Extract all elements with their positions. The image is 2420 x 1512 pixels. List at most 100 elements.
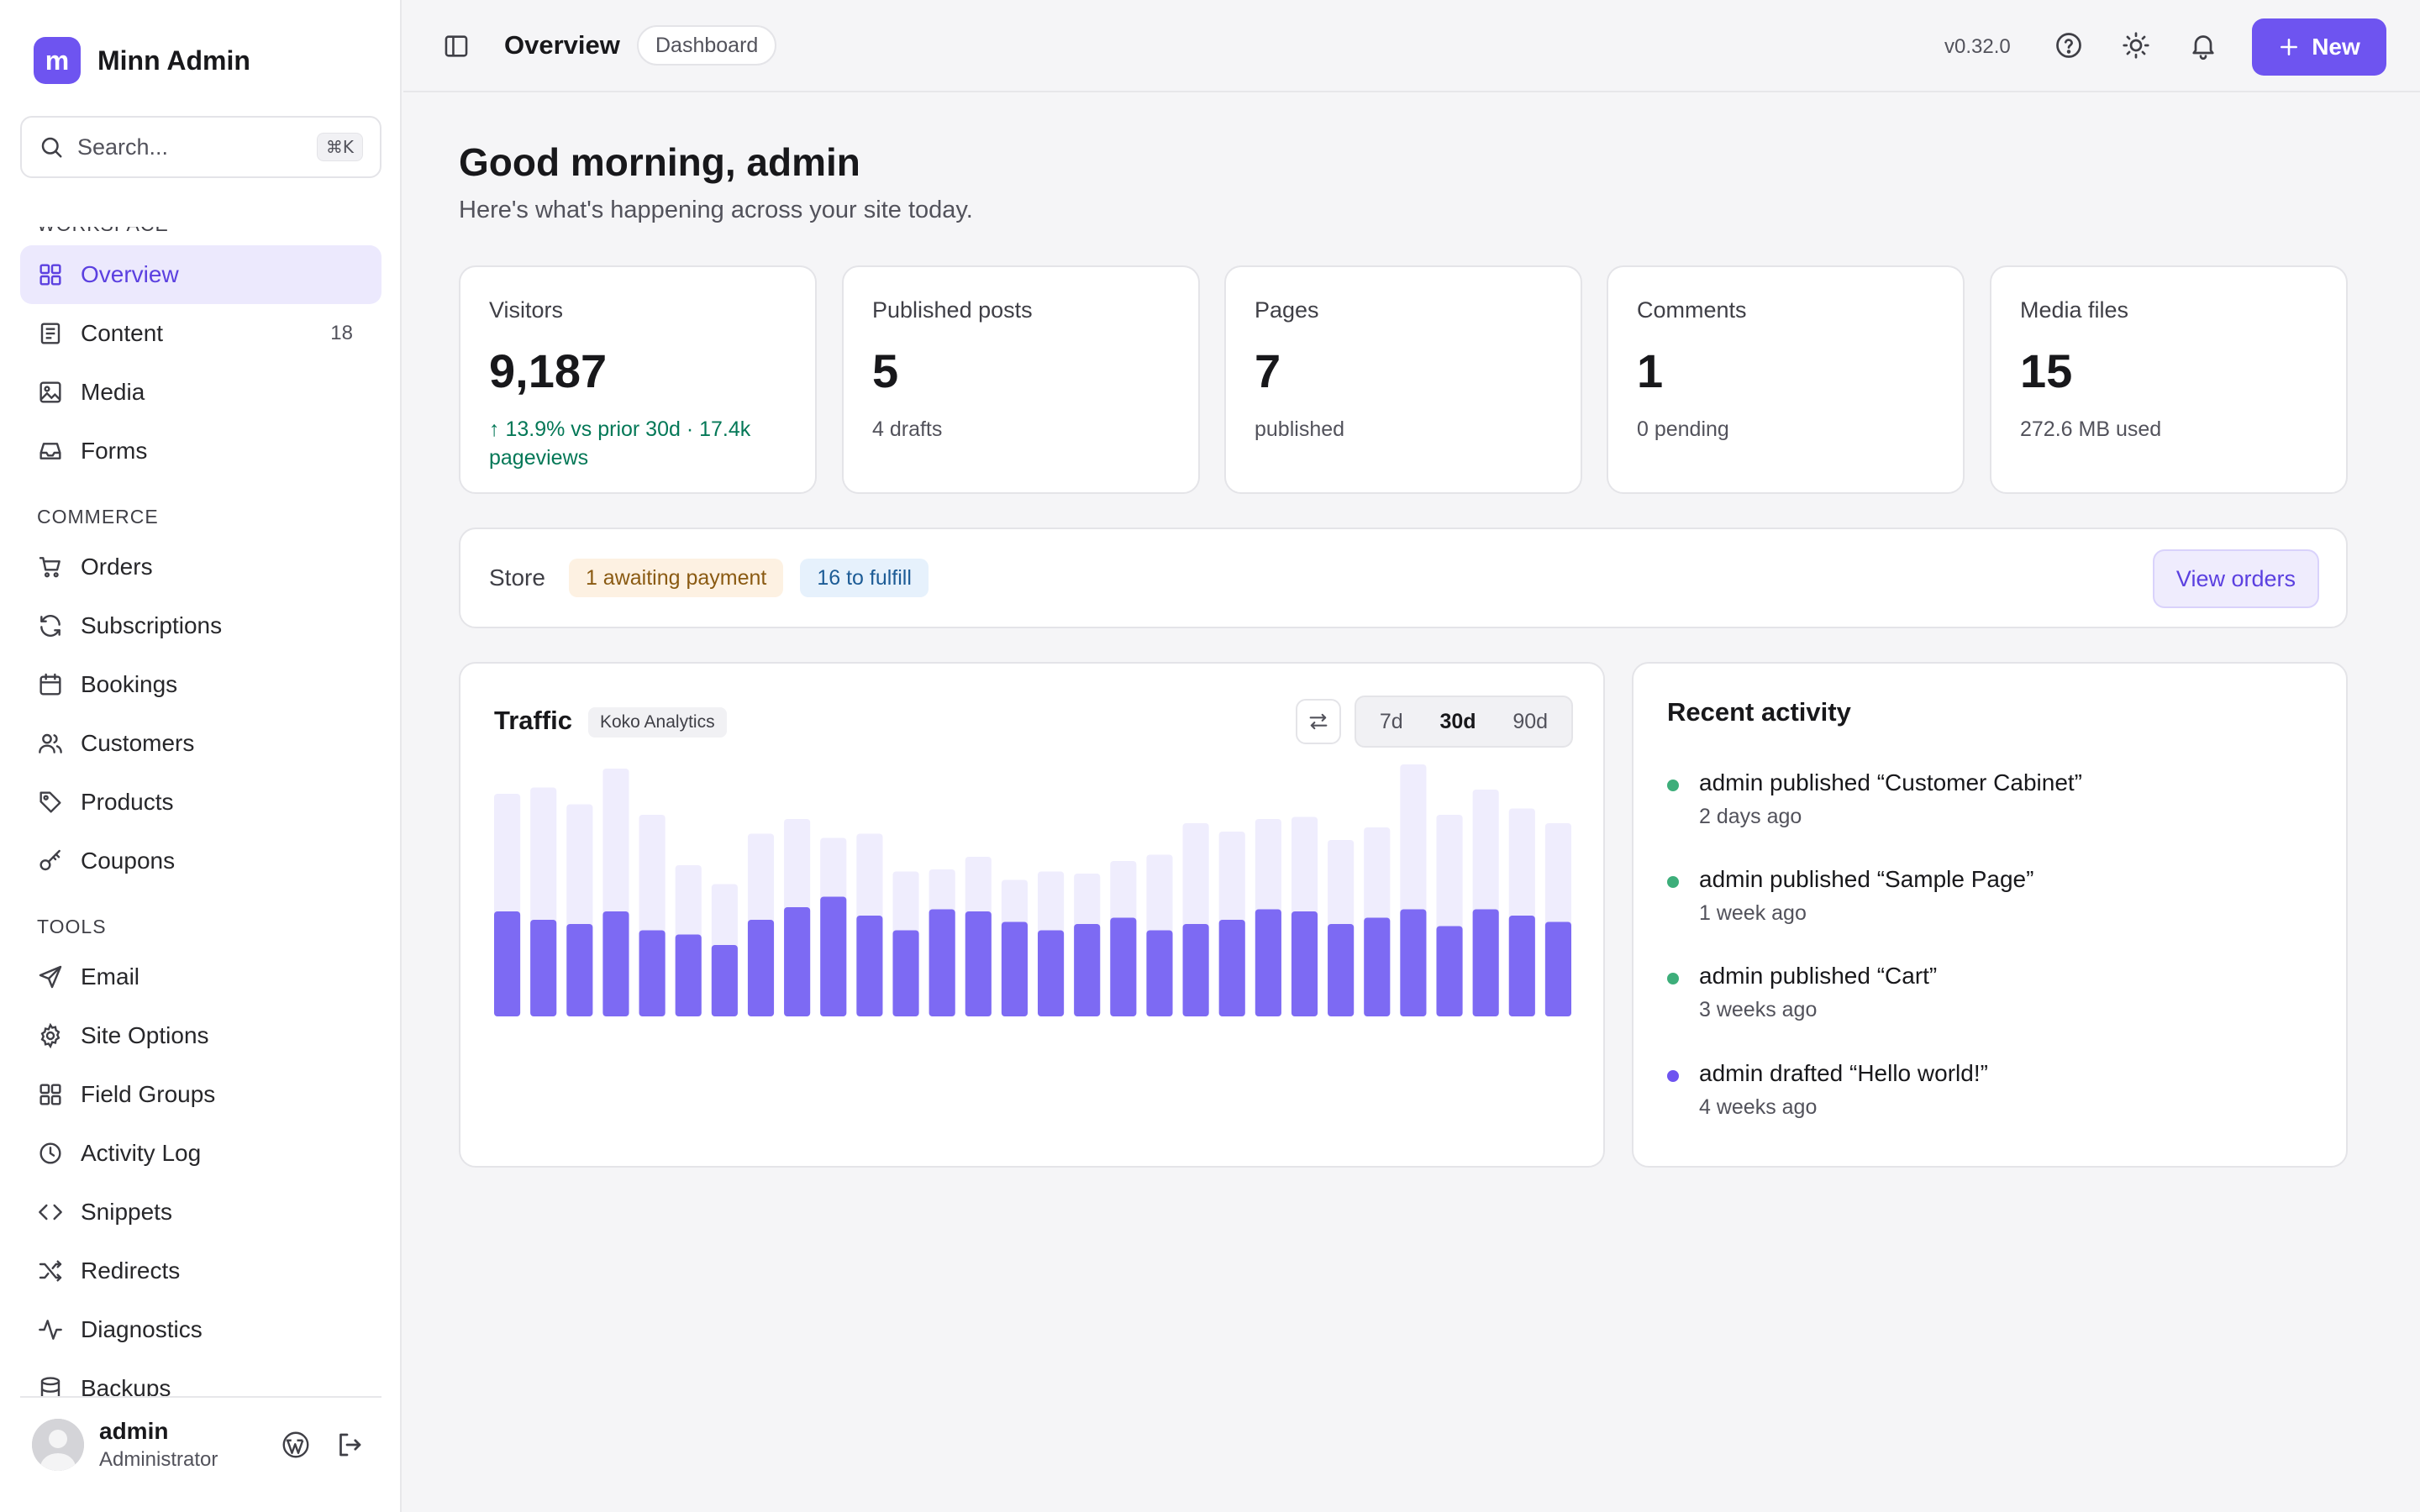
stat-card-visitors[interactable]: Visitors 9,187 ↑ 13.9% vs prior 30d · 17… bbox=[459, 265, 817, 494]
visitors-bar[interactable] bbox=[892, 930, 919, 1017]
avatar[interactable] bbox=[32, 1419, 84, 1471]
visitors-bar[interactable] bbox=[747, 920, 775, 1016]
sidebar-item-label: Forms bbox=[81, 438, 148, 464]
visitors-bar[interactable] bbox=[494, 911, 521, 1016]
sidebar-item-label: Field Groups bbox=[81, 1081, 216, 1107]
view-orders-button[interactable]: View orders bbox=[2152, 549, 2319, 608]
visitors-bar[interactable] bbox=[602, 911, 629, 1016]
stat-card-pages[interactable]: Pages 7 published bbox=[1224, 265, 1582, 494]
visitors-bar[interactable] bbox=[1182, 924, 1209, 1016]
visitors-bar[interactable] bbox=[639, 930, 666, 1017]
visitors-bar[interactable] bbox=[711, 945, 738, 1016]
sidebar-item-backups[interactable]: Backups bbox=[20, 1359, 381, 1396]
stat-card-comments[interactable]: Comments 1 0 pending bbox=[1607, 265, 1965, 494]
visitors-bar[interactable] bbox=[1544, 921, 1571, 1017]
sidebar-item-subscriptions[interactable]: Subscriptions bbox=[20, 596, 381, 655]
user-info: admin Administrator bbox=[99, 1418, 281, 1472]
visitors-bar[interactable] bbox=[1436, 926, 1463, 1017]
sidebar-item-redirects[interactable]: Redirects bbox=[20, 1242, 381, 1300]
sidebar-item-orders[interactable]: Orders bbox=[20, 538, 381, 596]
sidebar-item-label: Products bbox=[81, 789, 174, 815]
visitors-bar[interactable] bbox=[1255, 909, 1281, 1017]
visitors-bar[interactable] bbox=[1218, 920, 1245, 1016]
search-input[interactable]: Search... ⌘K bbox=[20, 116, 381, 178]
sidebar-item-site-options[interactable]: Site Options bbox=[20, 1006, 381, 1065]
swap-button[interactable] bbox=[1296, 699, 1341, 744]
activity-time: 1 week ago bbox=[1699, 901, 1807, 925]
logout-icon[interactable] bbox=[334, 1430, 365, 1460]
sidebar-item-field-groups[interactable]: Field Groups bbox=[20, 1065, 381, 1124]
visitors-bar[interactable] bbox=[1291, 911, 1318, 1016]
breadcrumb[interactable]: Dashboard bbox=[637, 25, 777, 66]
visitors-bar[interactable] bbox=[1074, 924, 1101, 1016]
visitors-bar[interactable] bbox=[1364, 917, 1391, 1017]
visitors-bar[interactable] bbox=[1146, 930, 1173, 1017]
sidebar-item-forms[interactable]: Forms bbox=[20, 422, 381, 480]
sidebar-item-snippets[interactable]: Snippets bbox=[20, 1183, 381, 1242]
sidebar-item-overview[interactable]: Overview bbox=[20, 245, 381, 304]
visitors-bar[interactable] bbox=[1328, 924, 1355, 1016]
visitors-bar[interactable] bbox=[530, 920, 557, 1016]
visitors-bar[interactable] bbox=[1038, 930, 1065, 1017]
visitors-bar[interactable] bbox=[965, 911, 992, 1016]
awaiting-payment-badge[interactable]: 1 awaiting payment bbox=[568, 559, 784, 597]
sidebar-item-activity-log[interactable]: Activity Log bbox=[20, 1124, 381, 1183]
wordpress-icon[interactable] bbox=[281, 1430, 311, 1460]
activity-item[interactable]: admin published “Sample Page” 1 week ago bbox=[1667, 866, 2323, 926]
visitors-bar[interactable] bbox=[820, 896, 847, 1017]
activity-item[interactable]: admin drafted “Hello world!” 4 weeks ago bbox=[1667, 1060, 2323, 1120]
help-icon[interactable] bbox=[2054, 30, 2084, 60]
image-icon bbox=[37, 379, 64, 406]
sidebar-item-diagnostics[interactable]: Diagnostics bbox=[20, 1300, 381, 1359]
sidebar-item-label: Orders bbox=[81, 554, 153, 580]
inbox-icon bbox=[37, 438, 64, 465]
sidebar-item-label: Subscriptions bbox=[81, 612, 223, 638]
range-30d[interactable]: 30d bbox=[1429, 703, 1486, 741]
bell-icon[interactable] bbox=[2188, 30, 2218, 60]
sidebar-item-media[interactable]: Media bbox=[20, 363, 381, 422]
stat-card-media-files[interactable]: Media files 15 272.6 MB used bbox=[1990, 265, 2348, 494]
sidebar-item-label: Site Options bbox=[81, 1022, 209, 1048]
sun-icon[interactable] bbox=[2121, 30, 2151, 60]
sidebar-toggle-icon[interactable] bbox=[442, 32, 471, 60]
sidebar-item-label: Activity Log bbox=[81, 1140, 202, 1166]
sidebar-item-coupons[interactable]: Coupons bbox=[20, 832, 381, 890]
visitors-bar[interactable] bbox=[929, 909, 955, 1017]
activity-item[interactable]: admin published “Cart” 3 weeks ago bbox=[1667, 963, 2323, 1022]
visitors-bar[interactable] bbox=[566, 924, 593, 1016]
code-icon bbox=[37, 1199, 64, 1226]
stat-card-published-posts[interactable]: Published posts 5 4 drafts bbox=[842, 265, 1200, 494]
visitors-bar[interactable] bbox=[1110, 917, 1137, 1017]
sidebar-item-customers[interactable]: Customers bbox=[20, 714, 381, 773]
visitors-bar[interactable] bbox=[1508, 916, 1535, 1016]
stat-label: Comments bbox=[1637, 297, 1747, 323]
visitors-bar[interactable] bbox=[856, 916, 883, 1016]
visitors-bar[interactable] bbox=[1400, 909, 1427, 1017]
sidebar-item-label: Diagnostics bbox=[81, 1316, 203, 1342]
search-icon bbox=[41, 137, 62, 158]
brand[interactable]: m Minn Admin bbox=[34, 37, 250, 84]
new-button[interactable]: New bbox=[2252, 18, 2386, 76]
activity-item[interactable]: admin published “Customer Cabinet” 2 day… bbox=[1667, 769, 2323, 829]
user-bar: admin Administrator bbox=[20, 1396, 381, 1492]
stat-value: 1 bbox=[1637, 344, 1664, 397]
range-7d[interactable]: 7d bbox=[1370, 703, 1413, 741]
stat-sub: 4 drafts bbox=[872, 417, 943, 441]
range-90d[interactable]: 90d bbox=[1502, 703, 1558, 741]
to-fulfill-badge[interactable]: 16 to fulfill bbox=[800, 559, 929, 597]
document-icon bbox=[37, 320, 64, 347]
stat-sub: 272.6 MB used bbox=[2020, 417, 2162, 441]
sidebar-item-label: Coupons bbox=[81, 848, 176, 874]
visitors-bar[interactable] bbox=[1001, 921, 1028, 1017]
stat-sub: 0 pending bbox=[1637, 417, 1729, 441]
nav-section-tools: TOOLS bbox=[37, 916, 107, 937]
activity-dot bbox=[1667, 780, 1679, 791]
sidebar-item-content[interactable]: Content 18 bbox=[20, 304, 381, 363]
visitors-bar[interactable] bbox=[1472, 909, 1499, 1017]
sidebar-item-products[interactable]: Products bbox=[20, 773, 381, 832]
visitors-bar[interactable] bbox=[675, 934, 702, 1017]
sidebar-item-email[interactable]: Email bbox=[20, 948, 381, 1006]
topbar: Overview Dashboard v0.32.0 New bbox=[403, 0, 2420, 92]
visitors-bar[interactable] bbox=[784, 907, 811, 1016]
sidebar-item-bookings[interactable]: Bookings bbox=[20, 655, 381, 714]
